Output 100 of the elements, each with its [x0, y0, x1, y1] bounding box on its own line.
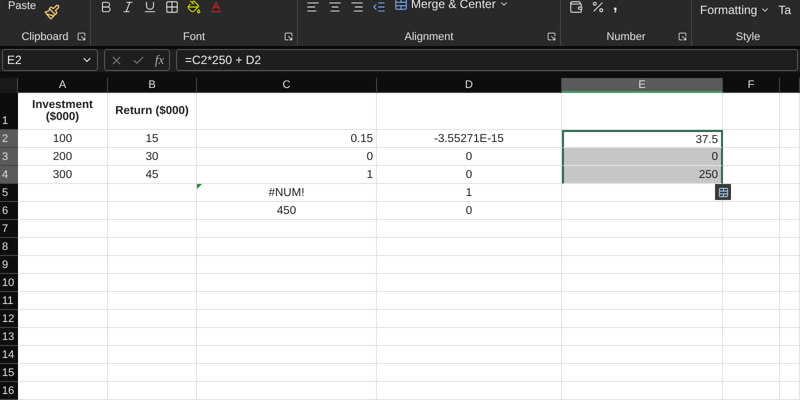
cell: 45: [108, 166, 197, 184]
error-indicator-icon[interactable]: [197, 184, 202, 189]
conditional-formatting-button[interactable]: Formatting: [700, 3, 770, 17]
row-header[interactable]: 15: [0, 364, 18, 382]
empty-cell: [723, 310, 780, 328]
row-header[interactable]: 4: [0, 166, 18, 184]
empty-cell: [723, 238, 780, 256]
cell: 300: [18, 166, 108, 184]
function-icon[interactable]: fx: [154, 52, 164, 68]
column-header[interactable]: F: [723, 78, 780, 93]
empty-cell: [723, 220, 780, 238]
group-label: Number: [606, 30, 646, 43]
empty-cell: [723, 292, 780, 310]
empty-cell: [723, 256, 780, 274]
cancel-icon[interactable]: [110, 54, 123, 67]
indent-icon[interactable]: [372, 0, 386, 14]
fill-color-icon[interactable]: [187, 0, 201, 14]
cell: Investment ($000): [18, 93, 108, 130]
cell: 0: [197, 148, 377, 166]
empty-cell: [780, 238, 800, 256]
empty-cell: [780, 274, 800, 292]
cell: 0: [377, 166, 562, 184]
paste-button[interactable]: Paste: [8, 0, 36, 12]
cell: 1: [197, 166, 377, 184]
cell: 100: [18, 130, 108, 148]
align-center-icon[interactable]: [328, 0, 342, 14]
row-header[interactable]: 16: [0, 382, 18, 400]
percent-icon[interactable]: [591, 0, 605, 14]
align-left-icon[interactable]: [306, 0, 320, 14]
underline-icon[interactable]: [143, 0, 157, 14]
column-header[interactable]: D: [377, 78, 562, 93]
cell: 250: [562, 166, 723, 184]
cell: 0: [562, 148, 723, 166]
row-header[interactable]: 9: [0, 256, 18, 274]
empty-cell: [780, 364, 800, 382]
column-header[interactable]: B: [108, 78, 197, 93]
cell: #NUM!: [197, 184, 377, 202]
empty-cell: [780, 346, 800, 364]
row-header[interactable]: 11: [0, 292, 18, 310]
name-box[interactable]: E2: [2, 49, 98, 72]
cell: 0: [377, 148, 562, 166]
align-right-icon[interactable]: [350, 0, 364, 14]
group-label: Style: [736, 30, 760, 43]
row-header[interactable]: 1: [0, 93, 18, 130]
row-header[interactable]: 2: [0, 130, 18, 148]
column-header[interactable]: A: [18, 78, 108, 93]
row-header[interactable]: 6: [0, 202, 18, 220]
group-label: Alignment: [404, 30, 454, 43]
group-label: Clipboard: [21, 30, 69, 43]
merge-icon: [394, 0, 408, 11]
dialog-launcher-icon[interactable]: [284, 32, 293, 41]
empty-cell: [780, 166, 800, 184]
quick-analysis-icon[interactable]: [715, 184, 731, 200]
empty-cell: [780, 148, 800, 166]
dialog-launcher-icon[interactable]: [547, 32, 556, 41]
empty-cell: [723, 93, 780, 130]
row-header[interactable]: 5: [0, 184, 18, 202]
cell: 200: [18, 148, 108, 166]
dialog-launcher-icon[interactable]: [678, 32, 687, 41]
format-as-table-button[interactable]: Ta: [778, 3, 792, 17]
formula-field[interactable]: =C2*250 + D2: [176, 49, 798, 72]
empty-cell: [780, 220, 800, 238]
empty-cell: [780, 328, 800, 346]
row-header[interactable]: 3: [0, 148, 18, 166]
empty-cell: [780, 184, 800, 202]
empty-cell: [723, 364, 780, 382]
format-painter-icon[interactable]: [44, 4, 60, 20]
empty-cell: [780, 256, 800, 274]
row-header[interactable]: 8: [0, 238, 18, 256]
group-label: Font: [182, 30, 205, 43]
cell: 30: [108, 148, 197, 166]
empty-cell: [780, 310, 800, 328]
dialog-launcher-icon[interactable]: [77, 32, 86, 41]
row-header[interactable]: 10: [0, 274, 18, 292]
cell: Return ($000): [108, 93, 197, 130]
row-header[interactable]: 14: [0, 346, 18, 364]
empty-cell: [780, 382, 800, 400]
empty-cell: [723, 346, 780, 364]
cell: 0: [377, 202, 562, 220]
font-color-icon[interactable]: [209, 0, 223, 14]
cell: 0.15: [197, 130, 377, 148]
italic-icon[interactable]: [121, 0, 135, 14]
borders-icon[interactable]: [165, 0, 179, 14]
row-header[interactable]: 12: [0, 310, 18, 328]
cell: 1: [377, 184, 562, 202]
empty-cell: [780, 130, 800, 148]
column-header[interactable]: E: [562, 78, 723, 93]
empty-cell: [723, 202, 780, 220]
cell: 450: [197, 202, 377, 220]
empty-cell: [723, 274, 780, 292]
empty-cell: [780, 292, 800, 310]
comma-style-button[interactable]: ,: [613, 0, 618, 15]
empty-cell: [723, 382, 780, 400]
row-header[interactable]: 13: [0, 328, 18, 346]
row-header[interactable]: 7: [0, 220, 18, 238]
bold-icon[interactable]: [99, 0, 113, 14]
empty-cell: [780, 202, 800, 220]
column-header[interactable]: C: [197, 78, 377, 93]
cell: 15: [108, 130, 197, 148]
cell: 37.5: [562, 130, 723, 148]
